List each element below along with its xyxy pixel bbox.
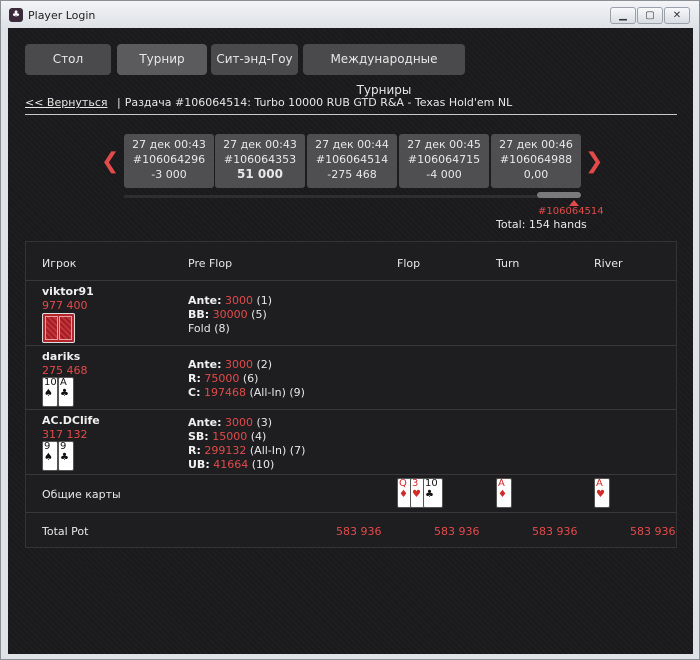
hand-result: -4 000 xyxy=(426,168,462,181)
action: R: 299132 (All-In) (7) xyxy=(188,444,306,457)
pot-preflop: 583 936 xyxy=(336,525,382,538)
community-cards-label: Общие карты xyxy=(42,488,121,501)
action: Ante: 3000 (1) xyxy=(188,294,273,307)
divider xyxy=(25,114,677,115)
prev-hands-arrow-icon[interactable]: ❮ xyxy=(101,150,119,174)
hand-date: 27 дек 00:43 xyxy=(132,138,206,151)
community-card: 10 ♣ xyxy=(423,478,443,508)
tab-tournament[interactable]: Турнир xyxy=(117,44,207,75)
hand-date: 27 дек 00:46 xyxy=(499,138,573,151)
action: Ante: 3000 (3) xyxy=(188,416,273,429)
action: Fold (8) xyxy=(188,322,230,335)
hand-id: #106064514 xyxy=(315,153,389,166)
hand-id: #106064296 xyxy=(132,153,206,166)
action: UB: 41664 (10) xyxy=(188,458,275,471)
hand-date: 27 дек 00:43 xyxy=(223,138,297,151)
community-card: A ♦ xyxy=(496,478,512,508)
tab-international-tournaments[interactable]: Международные Турниры xyxy=(303,44,465,97)
player-card: 9 ♠ xyxy=(42,441,58,471)
hand-card[interactable]: 27 дек 00:46 #106064988 0,00 xyxy=(491,134,581,188)
header-flop: Flop xyxy=(397,257,421,270)
app-logo-icon: ♣ xyxy=(9,8,23,22)
tab-sit-and-go[interactable]: Сит-энд-Гоу xyxy=(211,44,298,75)
hand-card[interactable]: 27 дек 00:44 #106064514 -275 468 xyxy=(307,134,397,188)
player-stack: 977 400 xyxy=(42,299,88,312)
player-name: dariks xyxy=(42,350,81,363)
row-divider xyxy=(26,512,676,513)
tab-table[interactable]: Стол xyxy=(25,44,111,75)
action: Ante: 3000 (2) xyxy=(188,358,273,371)
breadcrumb: << Вернуться | Раздача #106064514: Turbo … xyxy=(25,96,677,114)
breadcrumb-separator: | xyxy=(116,96,121,109)
hidden-cards xyxy=(42,313,75,343)
player-stack: 275 468 xyxy=(42,364,88,377)
hand-date: 27 дек 00:45 xyxy=(407,138,481,151)
minimize-button[interactable]: ▁ xyxy=(610,7,636,24)
hand-id: #106064988 xyxy=(499,153,573,166)
action: C: 197468 (All-In) (9) xyxy=(188,386,305,399)
pot-flop: 583 936 xyxy=(434,525,480,538)
community-card: A ♥ xyxy=(594,478,610,508)
hand-id: #106064715 xyxy=(407,153,481,166)
player-name: AC.DClife xyxy=(42,414,100,427)
close-button[interactable]: ✕ xyxy=(664,7,690,24)
hand-date: 27 дек 00:44 xyxy=(315,138,389,151)
hand-history-table: Игрок Pre Flop Flop Turn River viktor91 … xyxy=(25,241,677,548)
back-link[interactable]: << Вернуться xyxy=(25,96,107,109)
player-card: 9 ♣ xyxy=(58,441,74,471)
player-name: viktor91 xyxy=(42,285,94,298)
current-hand-id: #106064514 xyxy=(538,206,604,217)
pot-river: 583 936 xyxy=(630,525,676,538)
total-pot-label: Total Pot xyxy=(42,525,89,538)
header-river: River xyxy=(594,257,623,270)
hand-result: -275 468 xyxy=(327,168,377,181)
main-content: Стол Турнир Сит-энд-Гоу Международные Ту… xyxy=(8,28,693,654)
next-hands-arrow-icon[interactable]: ❯ xyxy=(585,150,603,174)
pot-turn: 583 936 xyxy=(532,525,578,538)
maximize-button[interactable]: ▢ xyxy=(637,7,663,24)
hands-scroll-track[interactable] xyxy=(124,195,580,198)
hand-result: 0,00 xyxy=(523,168,549,181)
hand-title: Раздача #106064514: Turbo 10000 RUB GTD … xyxy=(124,96,513,109)
hand-result: -3 000 xyxy=(151,168,187,181)
action: SB: 15000 (4) xyxy=(188,430,267,443)
action: BB: 30000 (5) xyxy=(188,308,267,321)
app-window: ♣ Player Login ▁ ▢ ✕ Стол Турнир Сит-энд… xyxy=(0,0,700,660)
hand-card[interactable]: 27 дек 00:45 #106064715 -4 000 xyxy=(399,134,489,188)
player-card: 10 ♠ xyxy=(42,377,58,407)
header-turn: Turn xyxy=(496,257,520,270)
hands-scroll-thumb[interactable] xyxy=(537,192,581,198)
hand-card[interactable]: 27 дек 00:43 #106064353 51 000 xyxy=(215,134,305,188)
hand-id: #106064353 xyxy=(223,153,297,166)
hand-card[interactable]: 27 дек 00:43 #106064296 -3 000 xyxy=(124,134,214,188)
window-title: Player Login xyxy=(28,9,96,22)
player-card: A ♣ xyxy=(58,377,74,407)
title-bar[interactable]: ♣ Player Login ▁ ▢ ✕ xyxy=(1,1,699,29)
action: R: 75000 (6) xyxy=(188,372,259,385)
row-divider xyxy=(26,280,676,281)
header-player: Игрок xyxy=(42,257,77,270)
row-divider xyxy=(26,409,676,410)
row-divider xyxy=(26,474,676,475)
hand-result: 51 000 xyxy=(237,167,283,181)
player-stack: 317 132 xyxy=(42,428,88,441)
header-preflop: Pre Flop xyxy=(188,257,233,270)
total-hands: Total: 154 hands xyxy=(496,218,587,231)
row-divider xyxy=(26,345,676,346)
